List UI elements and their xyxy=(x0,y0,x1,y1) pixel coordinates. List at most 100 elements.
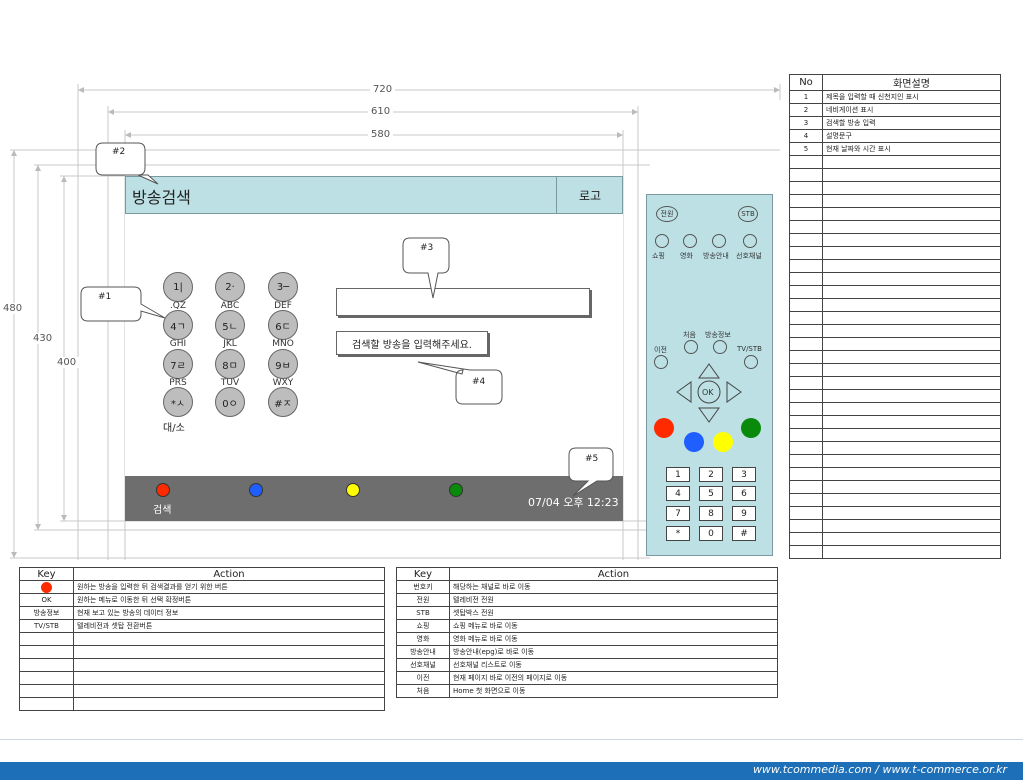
table-row-empty xyxy=(789,233,1001,247)
table-cell xyxy=(822,454,1001,468)
table-cell xyxy=(822,415,1001,429)
table-row-empty xyxy=(19,697,385,711)
table-cell xyxy=(822,350,1001,364)
table-cell xyxy=(822,233,1001,247)
footer-url[interactable]: www.tcommedia.com / www.t-commerce.or.kr xyxy=(753,763,1007,776)
remote-number-key[interactable]: * xyxy=(666,526,690,541)
dpad-down-icon[interactable] xyxy=(698,407,720,423)
table-row-empty xyxy=(789,454,1001,468)
table-cell xyxy=(73,632,385,646)
remote-number-key[interactable]: 1 xyxy=(666,467,690,482)
table-row-empty xyxy=(789,376,1001,390)
table-row-empty xyxy=(19,645,385,659)
table-row: 이전 현재 페이지 바로 이전의 페이지로 이동 xyxy=(396,671,778,685)
table-cell xyxy=(822,376,1001,390)
table-row: 2 네비게이션 표시 xyxy=(789,103,1001,117)
table-cell xyxy=(73,671,385,685)
table-cell: 4 xyxy=(789,129,823,143)
table-row-empty xyxy=(789,506,1001,520)
table-cell: 제목을 입력할 때 신천지인 표시 xyxy=(822,90,1001,104)
remote-number-key[interactable]: 8 xyxy=(699,506,723,521)
remote-green-button-icon[interactable] xyxy=(741,418,761,438)
table-header: Action xyxy=(449,567,778,581)
table-cell: 5 xyxy=(789,142,823,156)
table-cell: 텔레비전과 셋탑 전환버튼 xyxy=(73,619,385,633)
table-row: 3 검색할 방송 입력 xyxy=(789,116,1001,130)
table-cell xyxy=(19,632,74,646)
table-cell xyxy=(822,285,1001,299)
key-action-table-left: Key Action 원하는 방송을 입력한 뒤 검색결과를 얻기 위한 버튼 O… xyxy=(19,567,385,711)
table-row: 전원 텔레비전 전원 xyxy=(396,593,778,607)
table-cell xyxy=(789,493,823,507)
table-cell xyxy=(789,350,823,364)
remote-number-key[interactable]: 5 xyxy=(699,486,723,501)
table-header: Action xyxy=(73,567,385,581)
remote-number-key[interactable]: 6 xyxy=(732,486,756,501)
table-cell xyxy=(822,155,1001,169)
remote-number-key[interactable]: 9 xyxy=(732,506,756,521)
table-row-empty xyxy=(789,493,1001,507)
table-row-empty xyxy=(789,285,1001,299)
table-cell xyxy=(822,311,1001,325)
table-cell xyxy=(822,506,1001,520)
table-cell xyxy=(822,441,1001,455)
remote-red-button-icon[interactable] xyxy=(654,418,674,438)
table-cell: 원하는 메뉴로 이동한 뒤 선택 확정버튼 xyxy=(73,593,385,607)
table-row-empty xyxy=(789,181,1001,195)
table-cell xyxy=(789,324,823,338)
table-row-empty xyxy=(789,272,1001,286)
table-cell xyxy=(789,259,823,273)
table-cell xyxy=(73,684,385,698)
table-row-empty xyxy=(789,155,1001,169)
table-row-empty xyxy=(789,402,1001,416)
table-cell xyxy=(73,697,385,711)
table-cell: STB xyxy=(396,606,450,620)
table-cell xyxy=(822,194,1001,208)
table-cell: 3 xyxy=(789,116,823,130)
table-cell xyxy=(789,376,823,390)
remote-number-key[interactable]: 3 xyxy=(732,467,756,482)
table-cell xyxy=(822,168,1001,182)
remote-number-key[interactable]: 4 xyxy=(666,486,690,501)
remote-number-key[interactable]: 7 xyxy=(666,506,690,521)
table-cell xyxy=(822,246,1001,260)
dpad-left-icon[interactable] xyxy=(676,381,692,403)
table-row-empty xyxy=(789,480,1001,494)
table-row-empty xyxy=(789,545,1001,559)
table-cell xyxy=(789,155,823,169)
table-cell: 선호채널 xyxy=(396,658,450,672)
table-cell xyxy=(789,298,823,312)
table-row-empty xyxy=(789,415,1001,429)
table-cell xyxy=(73,645,385,659)
table-cell xyxy=(789,389,823,403)
dpad-right-icon[interactable] xyxy=(726,381,742,403)
table-cell xyxy=(789,168,823,182)
table-cell: 원하는 방송을 입력한 뒤 검색결과를 얻기 위한 버튼 xyxy=(73,580,385,594)
table-row-empty xyxy=(789,428,1001,442)
table-row-empty xyxy=(789,298,1001,312)
table-row-empty xyxy=(789,363,1001,377)
table-cell xyxy=(789,272,823,286)
table-row-empty xyxy=(789,168,1001,182)
table-cell xyxy=(789,233,823,247)
table-row-empty xyxy=(19,671,385,685)
table-cell: 선호채널 리스트로 이동 xyxy=(449,658,778,672)
dpad-up-icon[interactable] xyxy=(698,363,720,379)
table-cell: 방송정보 xyxy=(19,606,74,620)
table-row: TV/STB 텔레비전과 셋탑 전환버튼 xyxy=(19,619,385,633)
table-cell xyxy=(822,207,1001,221)
remote-number-key[interactable]: 0 xyxy=(699,526,723,541)
remote-yellow-button-icon[interactable] xyxy=(713,432,733,452)
table-cell: 텔레비전 전원 xyxy=(449,593,778,607)
table-cell: 쇼핑 메뉴로 바로 이동 xyxy=(449,619,778,633)
table-cell xyxy=(789,246,823,260)
table-cell xyxy=(789,441,823,455)
remote-number-key[interactable]: 2 xyxy=(699,467,723,482)
table-row: STB 셋탑박스 전원 xyxy=(396,606,778,620)
remote-number-key[interactable]: # xyxy=(732,526,756,541)
table-cell: 방송안내(epg)로 바로 이동 xyxy=(449,645,778,659)
table-row: 원하는 방송을 입력한 뒤 검색결과를 얻기 위한 버튼 xyxy=(19,580,385,594)
remote-blue-button-icon[interactable] xyxy=(684,432,704,452)
table-cell: 처음 xyxy=(396,684,450,698)
table-row-empty xyxy=(19,632,385,646)
